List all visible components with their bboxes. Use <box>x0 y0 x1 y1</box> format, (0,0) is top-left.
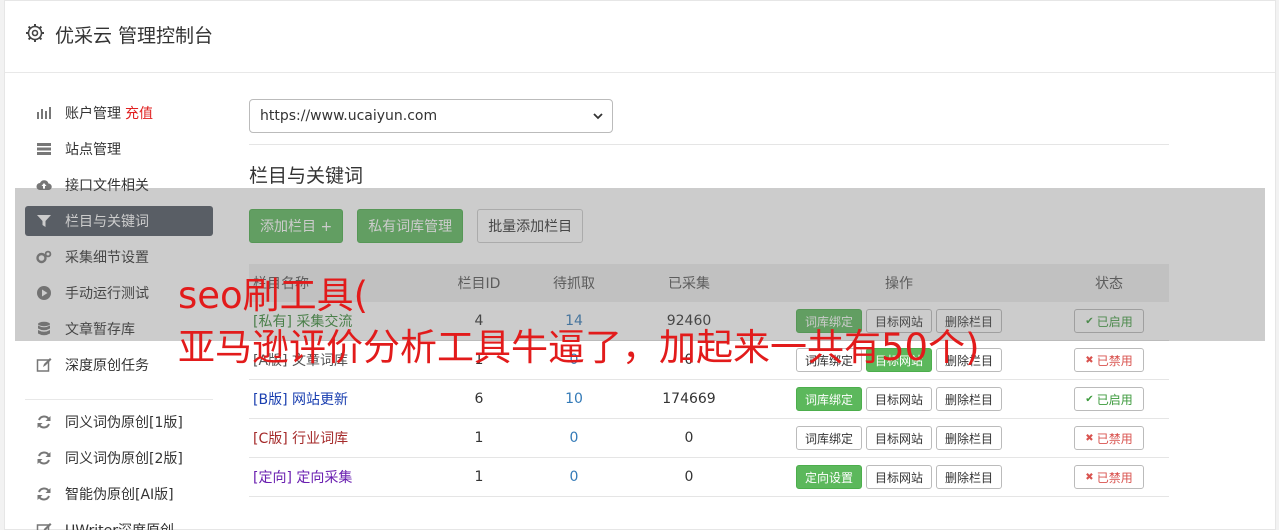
check-icon: ✔ <box>1085 393 1094 405</box>
status-toggle[interactable]: ✖ 已禁用 <box>1074 426 1144 450</box>
close-icon: ✖ <box>1085 471 1094 483</box>
status-label: 已启用 <box>1096 392 1133 407</box>
server-icon <box>35 141 53 157</box>
sidebar-item-label: 站点管理 <box>65 142 121 158</box>
sidebar-item-label: UWriter深度原创 <box>65 520 174 530</box>
sidebar-divider <box>25 399 213 400</box>
sidebar-item-0[interactable]: 账户管理 充值 <box>25 98 213 128</box>
close-icon: ✖ <box>1085 432 1094 444</box>
column-id: 1 <box>474 469 484 485</box>
column-name-link[interactable]: [C版] 行业词库 <box>249 428 439 448</box>
refresh-icon <box>35 486 53 502</box>
sidebar-item-label: 账户管理 <box>65 106 121 122</box>
refresh-icon <box>35 414 53 430</box>
table-row: [定向] 定向采集 1 0 0 定向设置 目标网站 删除栏目 ✖ 已禁用 <box>249 458 1169 497</box>
status-cell: ✔ 已启用 <box>1049 387 1169 411</box>
sidebar-item-1[interactable]: 站点管理 <box>25 134 213 164</box>
pending-count[interactable]: 0 <box>519 469 629 485</box>
status-cell: ✖ 已禁用 <box>1049 348 1169 372</box>
site-select[interactable]: https://www.ucaiyun.com <box>249 99 613 133</box>
sidebar-item-9[interactable]: 同义词伪原创[2版] <box>25 443 213 473</box>
bind-lib-button[interactable]: 定向设置 <box>795 465 862 489</box>
overlay-line-1: seo刷工具( <box>178 274 369 317</box>
refresh-icon <box>35 450 53 466</box>
pending-count[interactable]: 0 <box>519 430 629 446</box>
section-title: 栏目与关键词 <box>249 165 364 187</box>
target-site-button[interactable]: 目标网站 <box>865 387 932 411</box>
delete-column-button[interactable]: 删除栏目 <box>936 465 1003 489</box>
chevron-down-icon <box>593 113 603 120</box>
status-toggle[interactable]: ✖ 已禁用 <box>1074 465 1144 489</box>
pending-count[interactable]: 10 <box>519 391 629 407</box>
collected-count: 174669 <box>662 391 716 407</box>
edit-icon <box>35 522 53 530</box>
table-row: [C版] 行业词库 1 0 0 词库绑定 目标网站 删除栏目 ✖ 已禁用 <box>249 419 1169 458</box>
row-actions: 词库绑定 目标网站 删除栏目 <box>749 387 1049 411</box>
status-label: 已禁用 <box>1096 470 1133 485</box>
status-toggle[interactable]: ✖ 已禁用 <box>1074 348 1144 372</box>
status-toggle[interactable]: ✔ 已启用 <box>1074 387 1144 411</box>
status-label: 已禁用 <box>1096 431 1133 446</box>
app-title: 优采云 管理控制台 <box>55 25 214 47</box>
column-name-link[interactable]: [定向] 定向采集 <box>249 467 439 487</box>
gear-icon <box>26 24 44 42</box>
sidebar-item-10[interactable]: 智能伪原创[AI版] <box>25 479 213 509</box>
edit-icon <box>35 357 53 373</box>
overlay-caption: seo刷工具( 亚马逊评价分析工具牛逼了，加起来一共有50个) <box>178 270 980 374</box>
table-row: [B版] 网站更新 6 10 174669 词库绑定 目标网站 删除栏目 ✔ 已启用 <box>249 380 1169 419</box>
column-name-link[interactable]: [B版] 网站更新 <box>249 389 439 409</box>
divider <box>249 144 1169 145</box>
recharge-link[interactable]: 充值 <box>125 103 153 123</box>
status-cell: ✖ 已禁用 <box>1049 465 1169 489</box>
overlay-line-2: 亚马逊评价分析工具牛逼了，加起来一共有50个) <box>178 326 980 369</box>
bind-lib-button[interactable]: 词库绑定 <box>795 387 862 411</box>
sidebar-item-label: 智能伪原创[AI版] <box>65 487 174 503</box>
sidebar-item-11[interactable]: UWriter深度原创 <box>25 515 213 530</box>
title-bar: 优采云 管理控制台 <box>5 1 1275 73</box>
target-site-button[interactable]: 目标网站 <box>865 426 932 450</box>
collected-count: 0 <box>684 430 694 446</box>
status-cell: ✖ 已禁用 <box>1049 426 1169 450</box>
bind-lib-button[interactable]: 词库绑定 <box>795 426 862 450</box>
status-label: 已禁用 <box>1096 353 1133 368</box>
target-site-button[interactable]: 目标网站 <box>865 465 932 489</box>
row-actions: 定向设置 目标网站 删除栏目 <box>749 465 1049 489</box>
column-id: 6 <box>474 391 484 407</box>
sidebar-item-label: 同义词伪原创[1版] <box>65 415 183 431</box>
collected-count: 0 <box>684 469 694 485</box>
sidebar-item-8[interactable]: 同义词伪原创[1版] <box>25 407 213 437</box>
delete-column-button[interactable]: 删除栏目 <box>936 426 1003 450</box>
site-select-value: https://www.ucaiyun.com <box>260 108 438 124</box>
delete-column-button[interactable]: 删除栏目 <box>936 387 1003 411</box>
sidebar-item-label: 同义词伪原创[2版] <box>65 451 183 467</box>
close-icon: ✖ <box>1085 354 1094 366</box>
column-id: 1 <box>474 430 484 446</box>
sidebar-item-label: 深度原创任务 <box>65 358 149 374</box>
row-actions: 词库绑定 目标网站 删除栏目 <box>749 426 1049 450</box>
bar-chart-icon <box>35 105 53 121</box>
